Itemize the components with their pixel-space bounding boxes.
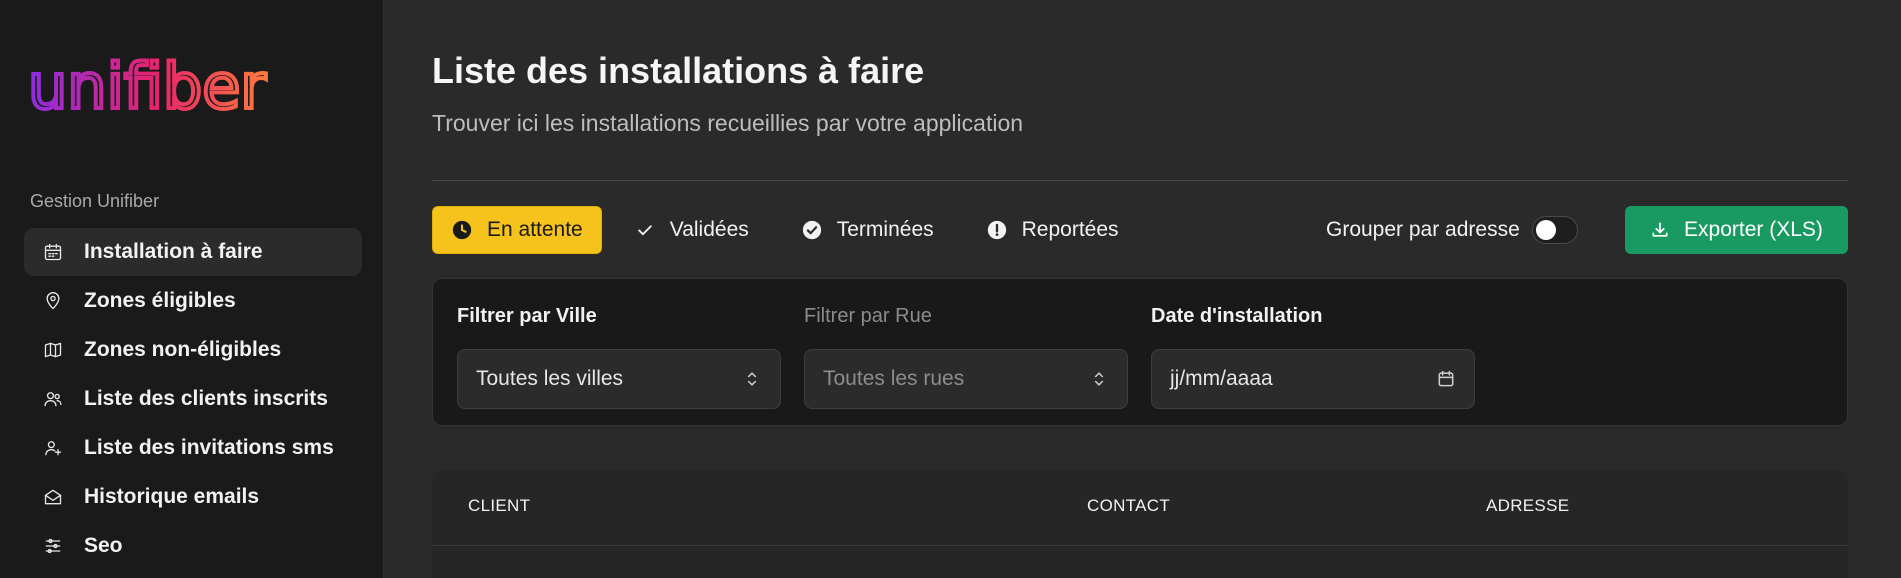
sidebar-item-historique-emails[interactable]: Historique emails [24, 473, 362, 521]
check-icon [634, 219, 656, 241]
sidebar-nav: Installation à faire Zones éligibles Zon… [24, 228, 362, 571]
check-circle-icon [801, 219, 823, 241]
unifiber-logo[interactable]: unifiber [26, 48, 328, 136]
sidebar-item-zones-eligibles[interactable]: Zones éligibles [24, 277, 362, 325]
tab-label: Terminées [836, 218, 934, 241]
street-filter-label: Filtrer par Rue [804, 305, 932, 327]
sidebar-item-label: Liste des invitations sms [84, 436, 334, 459]
tab-reportees[interactable]: Reportées [966, 206, 1139, 254]
logo-text: unifiber [28, 56, 266, 123]
sidebar-item-seo[interactable]: Seo [24, 522, 362, 570]
map-pin-icon [42, 290, 64, 312]
sidebar-item-label: Installation à faire [84, 240, 263, 263]
group-toggle-switch[interactable] [1531, 216, 1578, 244]
tab-label: Validées [669, 218, 749, 241]
date-input-placeholder: jj/mm/aaaa [1170, 367, 1273, 390]
date-filter: Date d'installation jj/mm/aaaa [1151, 305, 1475, 409]
tab-en-attente[interactable]: En attente [432, 206, 602, 254]
status-tabs: En attente Validées Terminées Reportées [432, 206, 1151, 254]
user-plus-icon [42, 437, 64, 459]
street-select-value: Toutes les rues [823, 367, 965, 390]
sidebar-item-zones-non-eligibles[interactable]: Zones non-éligibles [24, 326, 362, 374]
city-filter-label: Filtrer par Ville [457, 305, 597, 327]
group-by-address: Grouper par adresse [1326, 206, 1578, 254]
sidebar-item-label: Liste des clients inscrits [84, 387, 328, 410]
sidebar-item-clients-inscrits[interactable]: Liste des clients inscrits [24, 375, 362, 423]
header-divider [432, 180, 1848, 181]
export-xls-button[interactable]: Exporter (XLS) [1625, 206, 1848, 254]
sidebar-item-label: Zones non-éligibles [84, 338, 282, 361]
tab-terminees[interactable]: Terminées [781, 206, 954, 254]
group-toggle-label: Grouper par adresse [1326, 218, 1520, 241]
date-input[interactable]: jj/mm/aaaa [1151, 349, 1475, 409]
column-header-client[interactable]: CLIENT [468, 496, 530, 516]
city-select[interactable]: Toutes les villes [457, 349, 781, 409]
filter-panel: Filtrer par Ville Toutes les villes Filt… [432, 278, 1848, 426]
chevron-up-down-icon [747, 372, 757, 386]
sidebar-item-label: Seo [84, 534, 123, 557]
export-label: Exporter (XLS) [1684, 218, 1823, 241]
sidebar: unifiber Gestion Unifiber Installation à… [0, 0, 384, 578]
map-icon [42, 339, 64, 361]
sidebar-item-invitations-sms[interactable]: Liste des invitations sms [24, 424, 362, 472]
logo-wordmark: unifiber [26, 48, 268, 125]
tab-label: En attente [487, 218, 583, 241]
sidebar-item-installation[interactable]: Installation à faire [24, 228, 362, 276]
clock-icon [451, 219, 473, 241]
tab-label: Reportées [1021, 218, 1119, 241]
sidebar-section-label: Gestion Unifiber [30, 191, 160, 211]
download-icon [1650, 220, 1670, 240]
city-filter: Filtrer par Ville Toutes les villes [457, 305, 781, 409]
sliders-icon [42, 535, 64, 557]
column-header-adresse[interactable]: ADRESSE [1486, 496, 1569, 516]
street-filter: Filtrer par Rue Toutes les rues [804, 305, 1128, 409]
page-subtitle: Trouver ici les installations recueillie… [432, 110, 1024, 136]
installations-table: CLIENT CONTACT ADRESSE [432, 470, 1848, 578]
sidebar-item-label: Zones éligibles [84, 289, 236, 312]
calendar-icon [42, 241, 64, 263]
sidebar-item-label: Historique emails [84, 485, 260, 508]
page-title: Liste des installations à faire [432, 50, 925, 91]
alert-circle-icon [986, 219, 1008, 241]
mail-open-icon [42, 486, 64, 508]
chevron-up-down-icon [1094, 372, 1104, 386]
tab-validees[interactable]: Validées [614, 206, 769, 254]
switch-knob [1535, 220, 1556, 240]
street-select[interactable]: Toutes les rues [804, 349, 1128, 409]
city-select-value: Toutes les villes [476, 367, 624, 390]
table-header: CLIENT CONTACT ADRESSE [432, 470, 1848, 546]
date-filter-label: Date d'installation [1151, 305, 1323, 327]
users-icon [42, 388, 64, 410]
calendar-picker-icon [1438, 370, 1454, 387]
column-header-contact[interactable]: CONTACT [1087, 496, 1170, 516]
